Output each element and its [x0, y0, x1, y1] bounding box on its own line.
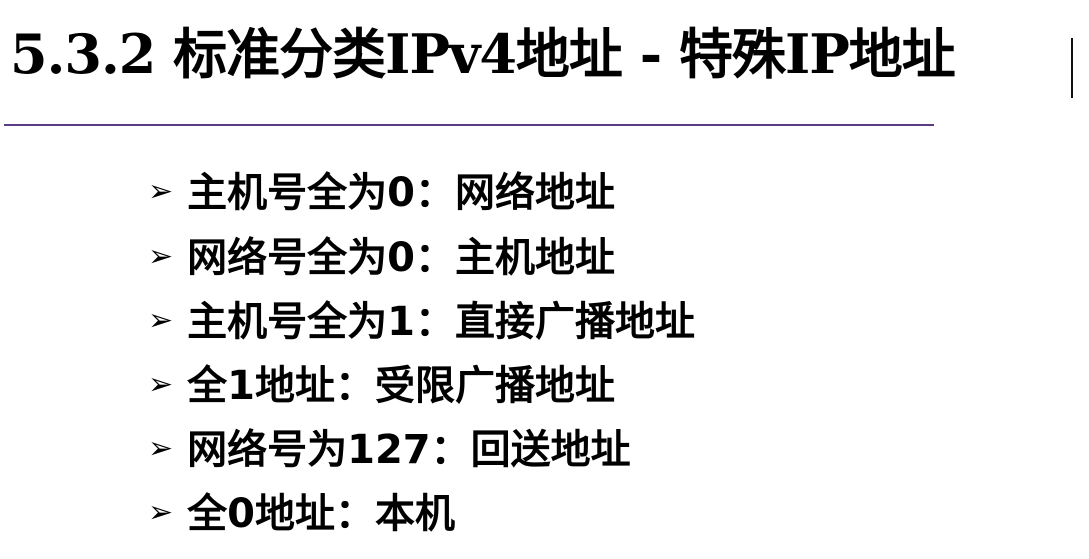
- bullet-list: ➢ 主机号全为0：网络地址 ➢ 网络号全为0：主机地址 ➢ 主机号全为1：直接广…: [148, 160, 695, 546]
- arrow-bullet-icon: ➢: [148, 303, 174, 338]
- slide: 5.3.2 标准分类IPv4地址 - 特殊IP地址 ➢ 主机号全为0：网络地址 …: [0, 0, 1089, 559]
- bullet-text: 网络号为127：回送地址: [187, 427, 631, 473]
- bullet-item-loopback: ➢ 网络号为127：回送地址: [148, 418, 695, 482]
- bullet-text: 全0地址：本机: [187, 491, 455, 537]
- bullet-item-all-zero: ➢ 全0地址：本机: [148, 482, 695, 546]
- bullet-item-network-zero: ➢ 网络号全为0：主机地址: [148, 226, 695, 290]
- arrow-bullet-icon: ➢: [148, 174, 174, 209]
- title-underline-rule: [4, 124, 934, 126]
- arrow-bullet-icon: ➢: [148, 495, 174, 530]
- arrow-bullet-icon: ➢: [148, 367, 174, 402]
- title-edge-divider: [1071, 38, 1073, 98]
- bullet-item-host-one: ➢ 主机号全为1：直接广播地址: [148, 290, 695, 354]
- bullet-item-all-one: ➢ 全1地址：受限广播地址: [148, 354, 695, 418]
- bullet-text: 主机号全为1：直接广播地址: [187, 299, 695, 345]
- slide-title: 5.3.2 标准分类IPv4地址 - 特殊IP地址: [10, 22, 956, 86]
- bullet-text: 网络号全为0：主机地址: [187, 235, 615, 281]
- bullet-text: 全1地址：受限广播地址: [187, 363, 615, 409]
- arrow-bullet-icon: ➢: [148, 239, 174, 274]
- arrow-bullet-icon: ➢: [148, 431, 174, 466]
- bullet-item-host-zero: ➢ 主机号全为0：网络地址: [148, 160, 695, 226]
- bullet-text: 主机号全为0：网络地址: [187, 170, 615, 216]
